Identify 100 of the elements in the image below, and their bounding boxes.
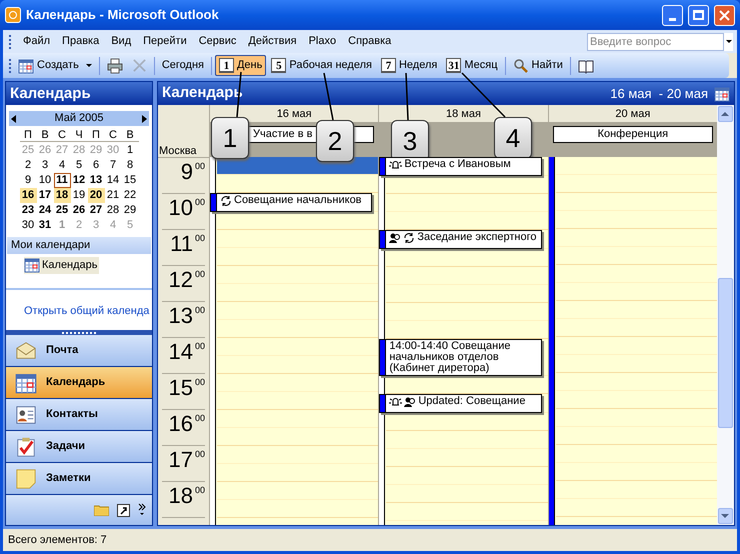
day-cell[interactable]: 6 [88, 158, 104, 173]
close-button[interactable] [714, 4, 735, 26]
day-cell[interactable]: 30 [20, 218, 36, 233]
day-cell[interactable]: 3 [36, 158, 54, 173]
people-icon [404, 396, 416, 408]
day-cell[interactable]: 24 [36, 203, 54, 218]
hour-label: 9 [180, 160, 193, 186]
day-cell[interactable]: 18 [54, 188, 70, 203]
window-title: Календарь - Microsoft Outlook [26, 6, 220, 24]
day-cell[interactable]: 11 [54, 173, 70, 188]
number-callout-tooltip: 2 [316, 120, 354, 162]
leader-line [461, 72, 506, 118]
view-button[interactable]: 31 Месяц [442, 55, 502, 76]
calendar-page-icon: 1 [218, 58, 234, 73]
day-cell[interactable]: 16 [20, 188, 36, 203]
new-button[interactable]: Создать [14, 55, 96, 76]
day-cell[interactable]: 28 [104, 203, 122, 218]
timezone-label: Москва [158, 145, 197, 157]
day-cell[interactable]: 7 [104, 158, 122, 173]
nav-button[interactable]: Календарь [6, 367, 152, 399]
menu-item[interactable]: Перейти [137, 33, 193, 50]
status-text: Всего элементов: 7 [8, 532, 107, 548]
day-cell[interactable]: 31 [36, 218, 54, 233]
minute-label: 00 [194, 376, 205, 389]
appointment-title: Заседание экспертного [417, 232, 537, 243]
minute-label: 00 [194, 304, 205, 317]
scroll-down-button[interactable] [718, 508, 733, 524]
day-cell[interactable]: 10 [36, 173, 54, 188]
menu-item[interactable]: Файл [17, 33, 56, 50]
day-cell[interactable]: 23 [20, 203, 36, 218]
chevron-icon[interactable] [138, 503, 146, 517]
number-callout-tooltip: 1 [211, 117, 249, 159]
nav-button[interactable]: Заметки [6, 463, 152, 495]
day-cell[interactable]: 1 [122, 143, 138, 158]
day-cell[interactable]: 8 [122, 158, 138, 173]
day-cell[interactable]: 15 [122, 173, 138, 188]
day-cell[interactable]: 5 [70, 158, 88, 173]
day-cell[interactable]: 2 [20, 158, 36, 173]
weekday-label: П [91, 128, 101, 141]
menu-item[interactable]: Вид [105, 33, 138, 50]
day-cell[interactable]: 13 [88, 173, 104, 188]
view-button[interactable]: 5 Рабочая неделя [267, 55, 376, 76]
help-search-field[interactable]: Введите вопрос [587, 32, 724, 50]
next-arrow-icon[interactable] [142, 114, 147, 122]
menu-item[interactable]: Правка [56, 33, 106, 50]
day-cell[interactable]: 12 [70, 173, 88, 188]
folder-icon[interactable] [94, 504, 109, 516]
time-slot[interactable] [217, 157, 378, 175]
bell-icon [389, 159, 402, 171]
scroll-up-button[interactable] [718, 106, 733, 122]
scroll-thumb[interactable] [718, 278, 733, 428]
minimize-button[interactable] [662, 4, 683, 26]
calendar-icon [714, 86, 730, 102]
printer-icon [106, 58, 123, 74]
date-range: 16 мая - 20 мая [610, 84, 708, 103]
shortcut-icon[interactable] [117, 504, 130, 516]
view-button[interactable]: 7 Неделя [376, 55, 442, 76]
day-cell[interactable]: 25 [54, 203, 70, 218]
minute-label: 00 [194, 340, 205, 353]
day-cell[interactable]: 22 [122, 188, 138, 203]
view-button[interactable]: 1 День [214, 55, 266, 76]
splitter-handle[interactable] [6, 330, 152, 335]
day-cell[interactable]: 9 [20, 173, 36, 188]
appointment-title: Updated: Совещание [418, 396, 526, 407]
weekday-label: С [57, 128, 67, 141]
nav-button[interactable]: Почта [6, 335, 152, 367]
day-cell[interactable]: 29 [122, 203, 138, 218]
find-button[interactable]: Найти [508, 55, 567, 76]
nav-button[interactable]: Контакты [6, 399, 152, 431]
calendar-page-icon: 5 [271, 58, 286, 73]
open-shared-calendar-link[interactable]: Открыть общий календа [24, 305, 150, 318]
day-cell[interactable]: 20 [88, 188, 104, 203]
day-cell[interactable]: 14 [104, 173, 122, 188]
day-cell[interactable]: 17 [36, 188, 54, 203]
leader-line [323, 72, 334, 120]
menu-item[interactable]: Действия [242, 33, 303, 50]
menu-item[interactable]: Plaxo [302, 33, 342, 50]
maximize-button[interactable] [688, 4, 709, 26]
day-cell[interactable]: 27 [88, 203, 104, 218]
calendar-icon [18, 58, 34, 74]
nav-button[interactable]: Задачи [6, 431, 152, 463]
today-button[interactable]: Сегодня [158, 55, 208, 76]
day-cell[interactable]: 21 [104, 188, 122, 203]
dropdown-arrow-icon[interactable] [726, 40, 732, 43]
day-cell[interactable]: 4 [54, 158, 70, 173]
day-cell[interactable]: 26 [70, 203, 88, 218]
hour-label: 17 [168, 448, 193, 474]
weekday-label: В [40, 128, 50, 141]
book-icon [578, 58, 594, 74]
previous-arrow-icon[interactable] [11, 114, 16, 122]
x-icon [132, 58, 147, 73]
all-day-event[interactable]: Конференция [552, 126, 713, 143]
sticky-note-icon [14, 468, 38, 490]
day-cell[interactable]: 19 [70, 188, 88, 203]
menu-item[interactable]: Сервис [192, 33, 242, 50]
calendar-list-item[interactable]: Календарь [24, 257, 99, 274]
hour-label: 11 [170, 232, 193, 258]
menu-item[interactable]: Справка [342, 33, 398, 50]
weekday-label: П [23, 128, 33, 141]
scrollbar[interactable] [716, 105, 734, 525]
